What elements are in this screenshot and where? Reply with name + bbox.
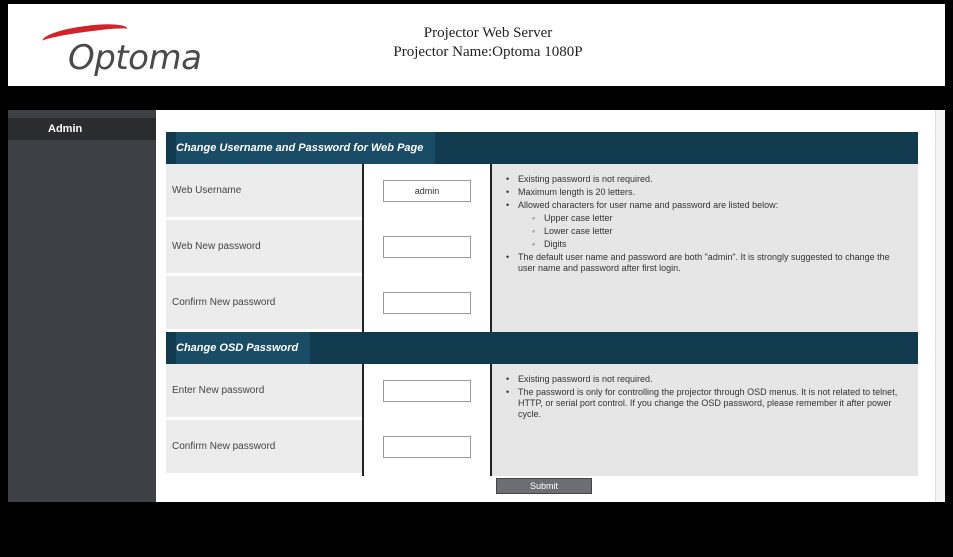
section-web-credentials-title: Change Username and Password for Web Pag… <box>176 132 436 164</box>
top-bar <box>0 86 953 110</box>
info-list: Existing password is not required. The p… <box>506 374 904 420</box>
input-cell <box>364 364 490 420</box>
osd-new-password-input[interactable] <box>383 379 471 402</box>
web-username-input[interactable] <box>383 179 471 202</box>
optoma-logo: Optoma <box>28 14 228 80</box>
sidebar: Admin <box>8 110 156 502</box>
input-cell <box>364 164 490 220</box>
info-sub-bullet: Lower case letter <box>532 226 904 237</box>
logo-text: Optoma <box>68 38 202 78</box>
info-bullet: The password is only for controlling the… <box>506 387 904 420</box>
info-list: Existing password is not required. Maxim… <box>506 174 904 211</box>
info-sublist: Upper case letter Lower case letter Digi… <box>506 213 904 250</box>
input-cell <box>364 420 490 476</box>
info-bullet: Allowed characters for user name and pas… <box>506 200 904 211</box>
info-bullet: Maximum length is 20 letters. <box>506 187 904 198</box>
info-sub-bullet: Upper case letter <box>532 213 904 224</box>
header-titles: Projector Web Server Projector Name:Opto… <box>308 24 668 62</box>
submit-button[interactable]: Submit <box>496 478 592 494</box>
web-credentials-info: Existing password is not required. Maxim… <box>492 164 918 332</box>
web-credentials-form: Web Username Web New password Confirm Ne… <box>166 164 918 332</box>
info-note-list: The default user name and password are b… <box>506 252 904 274</box>
osd-password-info: Existing password is not required. The p… <box>492 364 918 476</box>
osd-confirm-password-label: Confirm New password <box>166 420 362 476</box>
input-cell <box>364 220 490 276</box>
info-note: The default user name and password are b… <box>506 252 904 274</box>
web-new-password-input[interactable] <box>383 235 471 258</box>
section-osd-password-header: Change OSD Password <box>166 332 918 364</box>
submit-row: Submit <box>166 476 918 496</box>
web-username-label: Web Username <box>166 164 362 220</box>
osd-new-password-label: Enter New password <box>166 364 362 420</box>
sidebar-item-admin[interactable]: Admin <box>8 118 156 140</box>
web-new-password-label: Web New password <box>166 220 362 276</box>
input-cell <box>364 276 490 332</box>
inputs-column <box>362 364 492 476</box>
main-area: Admin Change Username and Password for W… <box>8 110 945 502</box>
inputs-column <box>362 164 492 332</box>
page-footer <box>0 502 953 557</box>
labels-column: Enter New password Confirm New password <box>166 364 362 476</box>
web-confirm-password-input[interactable] <box>383 291 471 314</box>
osd-confirm-password-input[interactable] <box>383 435 471 458</box>
info-bullet: Existing password is not required. <box>506 174 904 185</box>
info-sub-bullet: Digits <box>532 239 904 250</box>
osd-password-form: Enter New password Confirm New password … <box>166 364 918 476</box>
labels-column: Web Username Web New password Confirm Ne… <box>166 164 362 332</box>
section-osd-password-title: Change OSD Password <box>176 332 311 364</box>
server-title: Projector Web Server <box>423 25 553 41</box>
projector-name: Projector Name:Optoma 1080P <box>393 44 583 60</box>
web-confirm-password-label: Confirm New password <box>166 276 362 332</box>
scrollbar[interactable] <box>935 110 945 502</box>
section-web-credentials-header: Change Username and Password for Web Pag… <box>166 132 918 164</box>
content-panel: Change Username and Password for Web Pag… <box>166 132 918 496</box>
page-header: Optoma Projector Web Server Projector Na… <box>0 0 953 86</box>
info-bullet: Existing password is not required. <box>506 374 904 385</box>
